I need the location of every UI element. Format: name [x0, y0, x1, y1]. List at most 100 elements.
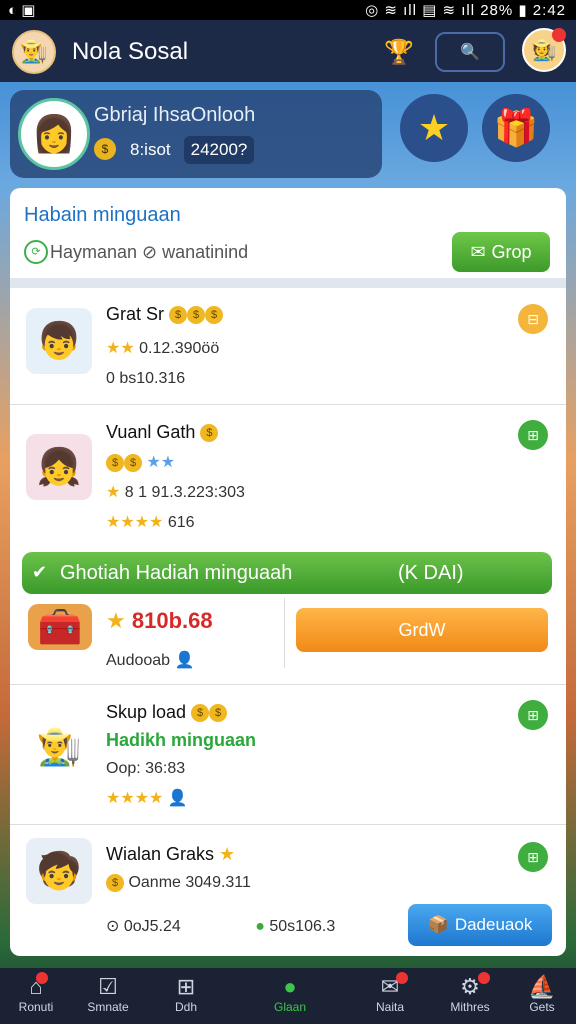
gear-icon: ⚙	[460, 974, 480, 999]
item-line: 8 1 91.3.223:303	[124, 484, 245, 501]
boat-icon: ⛵	[528, 974, 556, 999]
item-line: 616	[167, 514, 195, 531]
download-button-label: Dadeuaok	[454, 915, 533, 934]
profile-value: 24200?	[184, 136, 254, 164]
farmer-avatar-icon[interactable]: 👨‍🌾	[12, 30, 56, 74]
banner-text: Ghotiah Hadiah minguaah	[60, 562, 293, 584]
boy-thumbnail: 👦	[26, 308, 92, 374]
download-button[interactable]: 📦 Dadeuaok	[408, 904, 552, 946]
notification-dot	[478, 972, 490, 984]
weekly-panel: Habain minguaan ⟳ Haymanan ⊘ wanatinind …	[10, 188, 566, 956]
group-button-label: Grop	[491, 241, 532, 262]
coin-icon: $	[94, 138, 116, 160]
gift-icon: 🎁	[493, 107, 539, 148]
star-icon: ★★★★	[106, 514, 164, 531]
coin-icon: $	[191, 704, 210, 723]
nav-main[interactable]: ● Glaan	[254, 968, 326, 1024]
location-icon: ⊙	[106, 918, 120, 935]
item-title: Grat Sr	[106, 304, 165, 324]
search-button[interactable]: 🔍	[435, 32, 505, 72]
trophy-icon[interactable]: 🏆	[384, 38, 414, 67]
girl-thumbnail: 👧	[26, 434, 92, 500]
nav-grid[interactable]: ⊞ Ddh	[150, 968, 222, 1024]
checklist-icon: ☑	[98, 974, 118, 999]
nav-messages[interactable]: ✉ Naita	[354, 968, 426, 1024]
coin-icon: $	[106, 453, 124, 472]
status-left-icons: ◐ ▣	[8, 2, 36, 19]
star-icon: ★	[219, 844, 236, 864]
coin-icon: $	[124, 453, 142, 472]
badge-icon[interactable]: ⊞	[518, 420, 548, 450]
item-line: Oanme 3049.311	[128, 874, 251, 892]
status-right-icons: ◎ ≋ ıll ▤ ≋ ıll 28% ▮ 2:42	[365, 2, 566, 19]
banner-right-text: (K DAI)	[398, 562, 464, 584]
item-line: 0 bs10.316	[106, 370, 186, 387]
star-icon: ★	[106, 484, 121, 501]
weekly-reward-banner[interactable]: ✔ Ghotiah Hadiah minguaah (K DAI)	[22, 552, 552, 594]
star-button[interactable]: ★	[400, 94, 468, 162]
profile-stat: 8:isot	[130, 140, 171, 159]
coin-icon: $	[187, 306, 206, 325]
group-icon: ✉	[470, 241, 486, 262]
coin-icon: $	[169, 306, 188, 325]
claim-button[interactable]: GrdW	[296, 608, 548, 652]
badge-icon[interactable]: ⊞	[518, 700, 548, 730]
person-icon: 👤	[174, 652, 195, 669]
notification-dot	[552, 28, 566, 42]
search-icon: 🔍	[460, 44, 480, 61]
item-line: Oop: 36:83	[106, 760, 186, 777]
notification-dot	[36, 972, 48, 984]
panel-title: Habain minguaan	[24, 204, 181, 226]
star-icon: ★★★★	[106, 790, 164, 807]
nav-settings[interactable]: ⚙ Mithres	[434, 968, 506, 1024]
item-title: Wialan Graks	[106, 844, 215, 864]
badge-icon[interactable]: ⊟	[518, 304, 548, 334]
coin-icon: $	[106, 874, 124, 892]
app-bar: 👨‍🌾 Nola Sosal 🏆 🔍 🧑‍🌾	[0, 20, 576, 82]
list-item[interactable]: 👧 Vuanl Gath $ $ $ ★★ ★ 8 1 91.3.223:303 …	[10, 404, 566, 544]
item-title: Vuanl Gath	[106, 422, 196, 442]
item-line: 0.12.390öö	[139, 340, 220, 357]
group-button[interactable]: ✉ Grop	[452, 232, 550, 272]
message-icon: ✉	[380, 974, 400, 999]
nav-more[interactable]: ⛵ Gets	[506, 968, 576, 1024]
nav-tasks[interactable]: ☑ Smnate	[72, 968, 144, 1024]
app-title: Nola Sosal	[72, 38, 189, 65]
offer-label: Audooab	[106, 652, 171, 669]
check-icon: ✔	[32, 562, 48, 582]
star-icon: ★★	[146, 454, 176, 471]
list-item[interactable]: 👨‍🌾 Skup load $ $ Hadikh minguaan Oop: 36…	[10, 684, 566, 824]
profile-name: Gbriaj IhsaOnlooh	[94, 104, 256, 126]
grid-icon: ⊞	[176, 974, 196, 999]
panel-subtitle: Haymanan ⊘ wanatinind	[50, 242, 249, 262]
item-line: 0oJ5.24	[123, 918, 181, 935]
notification-dot	[396, 972, 408, 984]
profile-avatar: 👩	[18, 98, 90, 170]
offer-amount: 810b.68	[131, 608, 213, 633]
badge-icon[interactable]: ⊞	[518, 842, 548, 872]
farmer-thumbnail: 👨‍🌾	[26, 714, 92, 780]
coin-icon: ●	[255, 918, 265, 935]
frog-icon: ●	[283, 974, 297, 999]
person-icon: 👤	[167, 790, 188, 807]
box-icon: 📦	[427, 915, 449, 934]
list-item[interactable]: 👦 Grat Sr $ $ $ ★★ 0.12.390öö 0 bs10.316 ⊟	[10, 288, 566, 404]
item-line: Hadikh minguaan	[106, 730, 257, 750]
status-bar: ◐ ▣ ◎ ≋ ıll ▤ ≋ ıll 28% ▮ 2:42	[0, 0, 576, 20]
item-line: 50s106.3	[269, 918, 336, 935]
coin-icon: $	[205, 306, 224, 325]
star-icon: ★★	[106, 340, 135, 357]
divider-band	[10, 278, 566, 288]
bottom-nav: ⌂ Ronuti ☑ Smnate ⊞ Ddh ● Glaan ✉ Naita …	[0, 968, 576, 1024]
item-title: Skup load	[106, 702, 187, 722]
star-icon: ★	[417, 107, 451, 148]
coin-icon: $	[200, 424, 219, 443]
gift-button[interactable]: 🎁	[482, 94, 550, 162]
star-icon: ★	[106, 608, 126, 633]
chest-icon: 🧰	[28, 604, 92, 650]
profile-card[interactable]: 👩 Gbriaj IhsaOnlooh $ 8:isot 24200?	[10, 90, 382, 178]
kids-thumbnail: 🧒	[26, 838, 92, 904]
refresh-icon: ⟳	[24, 240, 48, 264]
divider	[284, 598, 285, 668]
coin-icon: $	[209, 704, 228, 723]
